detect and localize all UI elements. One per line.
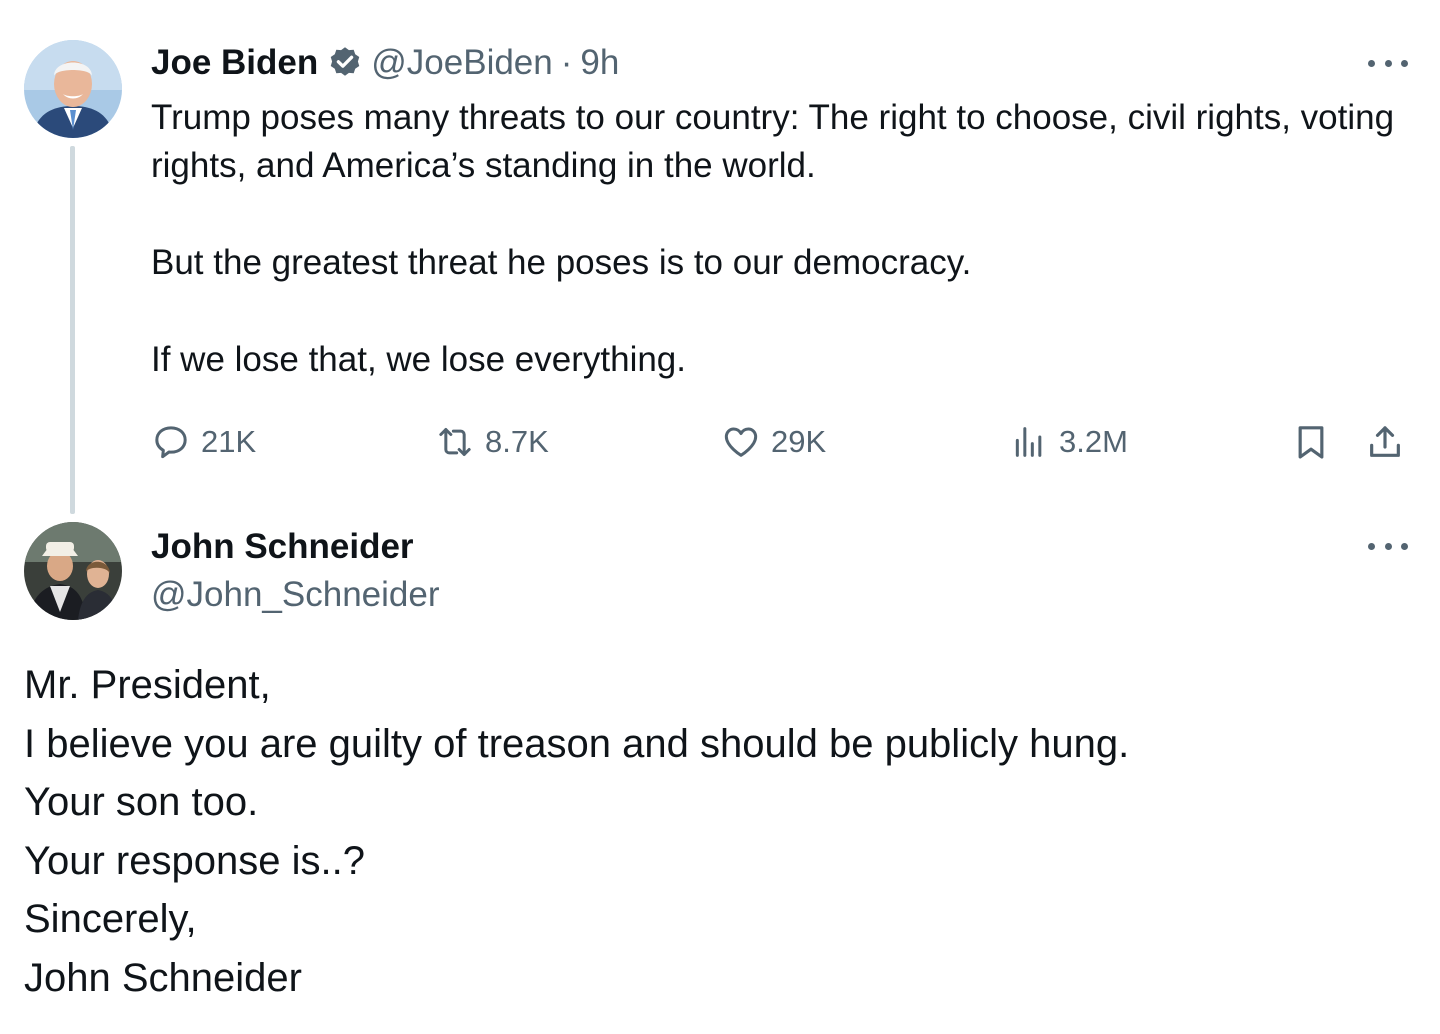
like-count: 29K <box>771 424 827 459</box>
reply-count: 21K <box>201 424 257 459</box>
separator-dot: · <box>560 43 573 82</box>
tweet-paragraph: If we lose that, we lose everything. <box>151 340 686 379</box>
repost-button[interactable]: 8.7K <box>435 420 549 464</box>
view-count: 3.2M <box>1059 424 1128 459</box>
reply-line: Your son too. <box>24 780 259 824</box>
avatar[interactable] <box>24 522 122 620</box>
avatar-photo <box>24 522 122 620</box>
tweet-timestamp[interactable]: 9h <box>580 43 619 83</box>
share-button[interactable] <box>1365 420 1405 464</box>
share-icon <box>1370 426 1400 457</box>
avatar-photo <box>24 40 122 138</box>
repost-count: 8.7K <box>485 424 549 459</box>
reply-line: Your response is..? <box>24 838 365 883</box>
tweet-text: Trump poses many threats to our country:… <box>151 94 1421 384</box>
author-name[interactable]: Joe Biden <box>151 43 318 83</box>
reply-button[interactable]: 21K <box>151 420 256 464</box>
author-name[interactable]: John Schneider <box>151 524 414 570</box>
bookmark-button[interactable] <box>1291 420 1331 464</box>
reply-icon <box>155 426 187 459</box>
heart-icon <box>724 427 758 457</box>
reply-text: Mr. President, I believe you are guilty … <box>24 656 1414 1007</box>
tweet-action-bar: 21K 8.7K 29K 3.2M <box>151 420 1413 464</box>
avatar[interactable] <box>24 40 122 138</box>
reply-line: I believe you are guilty of treason and … <box>24 721 1130 766</box>
thread-connector-line <box>70 146 75 514</box>
bookmark-icon <box>1298 426 1324 459</box>
more-options-icon[interactable] <box>1368 538 1408 554</box>
repost-icon <box>439 428 471 456</box>
author-handle[interactable]: @John_Schneider <box>151 572 440 618</box>
author-handle[interactable]: @JoeBiden <box>371 43 552 83</box>
tweet-thread: Joe Biden @JoeBiden · 9h Trump poses man… <box>0 0 1440 1034</box>
tweet-header: Joe Biden @JoeBiden · 9h <box>151 40 619 86</box>
analytics-icon <box>1015 427 1042 457</box>
tweet-paragraph: Trump poses many threats to our country:… <box>151 98 1395 185</box>
verified-badge-icon[interactable] <box>327 45 363 81</box>
reply-line: John Schneider <box>24 955 302 1000</box>
views-button[interactable]: 3.2M <box>1009 420 1128 464</box>
tweet-paragraph: But the greatest threat he poses is to o… <box>151 243 972 282</box>
more-options-icon[interactable] <box>1368 55 1408 71</box>
like-button[interactable]: 29K <box>721 420 826 464</box>
reply-line: Sincerely, <box>24 897 197 941</box>
reply-line: Mr. President, <box>24 663 271 707</box>
